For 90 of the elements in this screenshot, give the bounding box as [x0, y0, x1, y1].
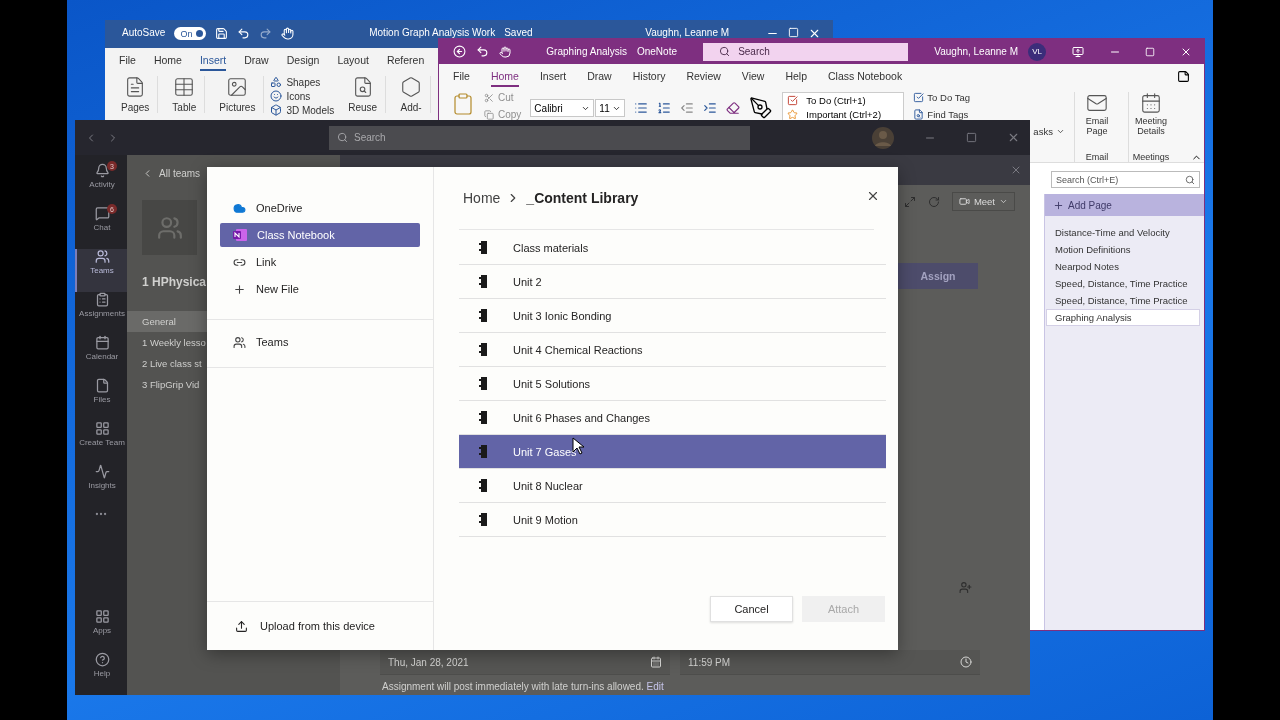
rail-item[interactable]: Apps: [75, 609, 127, 652]
ribbon-button[interactable]: Table: [164, 76, 206, 113]
team-name: 1 HPhysica: [142, 275, 207, 289]
folder-row[interactable]: Unit 2: [459, 265, 886, 299]
folder-row[interactable]: Unit 7 Gases: [459, 435, 886, 469]
tag-item[interactable]: To Do (Ctrl+1): [787, 95, 900, 106]
page-search-field[interactable]: Search (Ctrl+E): [1051, 171, 1200, 188]
page-item[interactable]: Motion Definitions: [1046, 241, 1200, 258]
ribbon-tab[interactable]: Draw: [587, 65, 612, 87]
autosave-label: AutoSave: [122, 27, 166, 38]
autosave-toggle[interactable]: On: [174, 27, 207, 40]
source-item[interactable]: OneDrive: [220, 196, 420, 220]
source-item[interactable]: New File: [220, 277, 420, 301]
tasks-button[interactable]: asks: [1033, 126, 1065, 137]
ribbon-tab[interactable]: Insert: [539, 65, 567, 87]
ribbon-tab[interactable]: Referen: [386, 49, 425, 71]
tag-button[interactable]: To Do Tag: [913, 92, 1065, 103]
ribbon-button[interactable]: Email Page: [1076, 92, 1117, 136]
tag-button[interactable]: Find Tags: [913, 109, 1065, 120]
app-name: OneNote: [636, 46, 677, 57]
channel-item[interactable]: 2 Live class st: [127, 353, 207, 374]
page-item[interactable]: Speed, Distance, Time Practice: [1046, 275, 1200, 292]
channel-item[interactable]: 3 FlipGrip Vid: [127, 374, 207, 395]
source-item[interactable]: Teams: [220, 330, 420, 354]
rail-item[interactable]: Teams: [75, 249, 127, 292]
ribbon-tab[interactable]: File: [453, 65, 470, 87]
rail-item[interactable]: Calendar: [75, 335, 127, 378]
ribbon-tab[interactable]: Help: [785, 65, 807, 87]
meet-button[interactable]: Meet: [951, 192, 1015, 211]
window-title: Motion Graph Analysis Work: [369, 27, 496, 38]
ribbon-tab[interactable]: Home: [490, 65, 519, 87]
window-title: Graphing Analysis: [546, 46, 627, 57]
ribbon-tab[interactable]: Class Notebook: [828, 65, 903, 87]
ribbon-tab[interactable]: Home: [153, 49, 182, 71]
dialog-button[interactable]: Cancel: [710, 596, 793, 622]
search-field[interactable]: Search: [329, 125, 750, 150]
ribbon-button[interactable]: 3D Models: [270, 104, 335, 116]
rail-item[interactable]: Create Team: [75, 421, 127, 464]
ribbon-button[interactable]: Meeting Details: [1130, 92, 1171, 136]
page-item[interactable]: Speed, Distance, Time Practice: [1046, 292, 1200, 309]
folder-row[interactable]: Unit 5 Solutions: [459, 367, 886, 401]
group-label: Meetings: [1132, 152, 1170, 162]
user-name: Vaughn, Leanne M: [934, 46, 1019, 57]
user-avatar: VL: [1028, 42, 1047, 61]
add-page-button[interactable]: Add Page: [1045, 194, 1204, 216]
save-status: Saved: [504, 27, 533, 38]
channel-item[interactable]: General: [127, 311, 207, 332]
ribbon-tab[interactable]: File: [119, 49, 136, 71]
group-label: Email: [1085, 152, 1109, 162]
ribbon-tab[interactable]: History: [632, 65, 666, 87]
ribbon-button[interactable]: Pages: [113, 76, 159, 113]
font-field[interactable]: Calibri: [530, 99, 595, 117]
rail-item[interactable]: Help: [75, 652, 127, 695]
due-time-field[interactable]: 11:59 PM: [680, 650, 980, 675]
ribbon-button[interactable]: Icons: [270, 90, 335, 102]
breadcrumb-item[interactable]: _Content Library: [526, 190, 639, 206]
ribbon-tab[interactable]: View: [741, 65, 765, 87]
due-date-field[interactable]: Thu, Jan 28, 2021: [380, 650, 670, 675]
folder-row[interactable]: Unit 4 Chemical Reactions: [459, 333, 886, 367]
search-field[interactable]: Search: [703, 42, 909, 61]
back-link[interactable]: All teams: [142, 155, 201, 191]
ribbon-tab[interactable]: Design: [286, 49, 320, 71]
ribbon-button[interactable]: Pictures: [211, 76, 265, 113]
rail-item[interactable]: Insights: [75, 464, 127, 507]
edit-link[interactable]: Edit: [646, 681, 664, 692]
ribbon-button[interactable]: Shapes: [270, 76, 335, 88]
breadcrumb-item[interactable]: Home: [463, 190, 501, 206]
tag-item[interactable]: Important (Ctrl+2): [787, 109, 900, 120]
schedule-note: Assignment will post immediately with late turn-ins allowed. Edit: [381, 680, 665, 694]
user-name: Vaughn, Leanne M: [645, 27, 730, 38]
page-item[interactable]: Distance-Time and Velocity: [1046, 224, 1200, 241]
rail-item[interactable]: Assignments: [75, 292, 127, 335]
ribbon-tab[interactable]: Insert: [199, 49, 227, 71]
source-item[interactable]: Link: [220, 250, 420, 274]
folder-row[interactable]: Unit 9 Motion: [459, 503, 886, 537]
channel-item[interactable]: 1 Weekly lesso: [127, 332, 207, 353]
upload-button[interactable]: Upload from this device: [207, 602, 433, 650]
folder-row[interactable]: Unit 8 Nuclear: [459, 469, 886, 503]
source-item[interactable]: Class Notebook: [220, 223, 420, 247]
folder-row[interactable]: Unit 3 Ionic Bonding: [459, 299, 886, 333]
ribbon-button[interactable]: Add-: [392, 76, 432, 113]
ribbon-tab[interactable]: Layout: [337, 49, 369, 71]
folder-row[interactable]: Class materials: [459, 231, 886, 265]
page-item[interactable]: Nearpod Notes: [1046, 258, 1200, 275]
page-item[interactable]: Graphing Analysis: [1046, 309, 1200, 326]
size-field[interactable]: 11: [595, 99, 626, 117]
ribbon-tab[interactable]: Review: [686, 65, 721, 87]
ribbon-button[interactable]: Reuse: [340, 76, 387, 113]
rail-item[interactable]: Files: [75, 378, 127, 421]
ribbon-tab[interactable]: Draw: [244, 49, 269, 71]
